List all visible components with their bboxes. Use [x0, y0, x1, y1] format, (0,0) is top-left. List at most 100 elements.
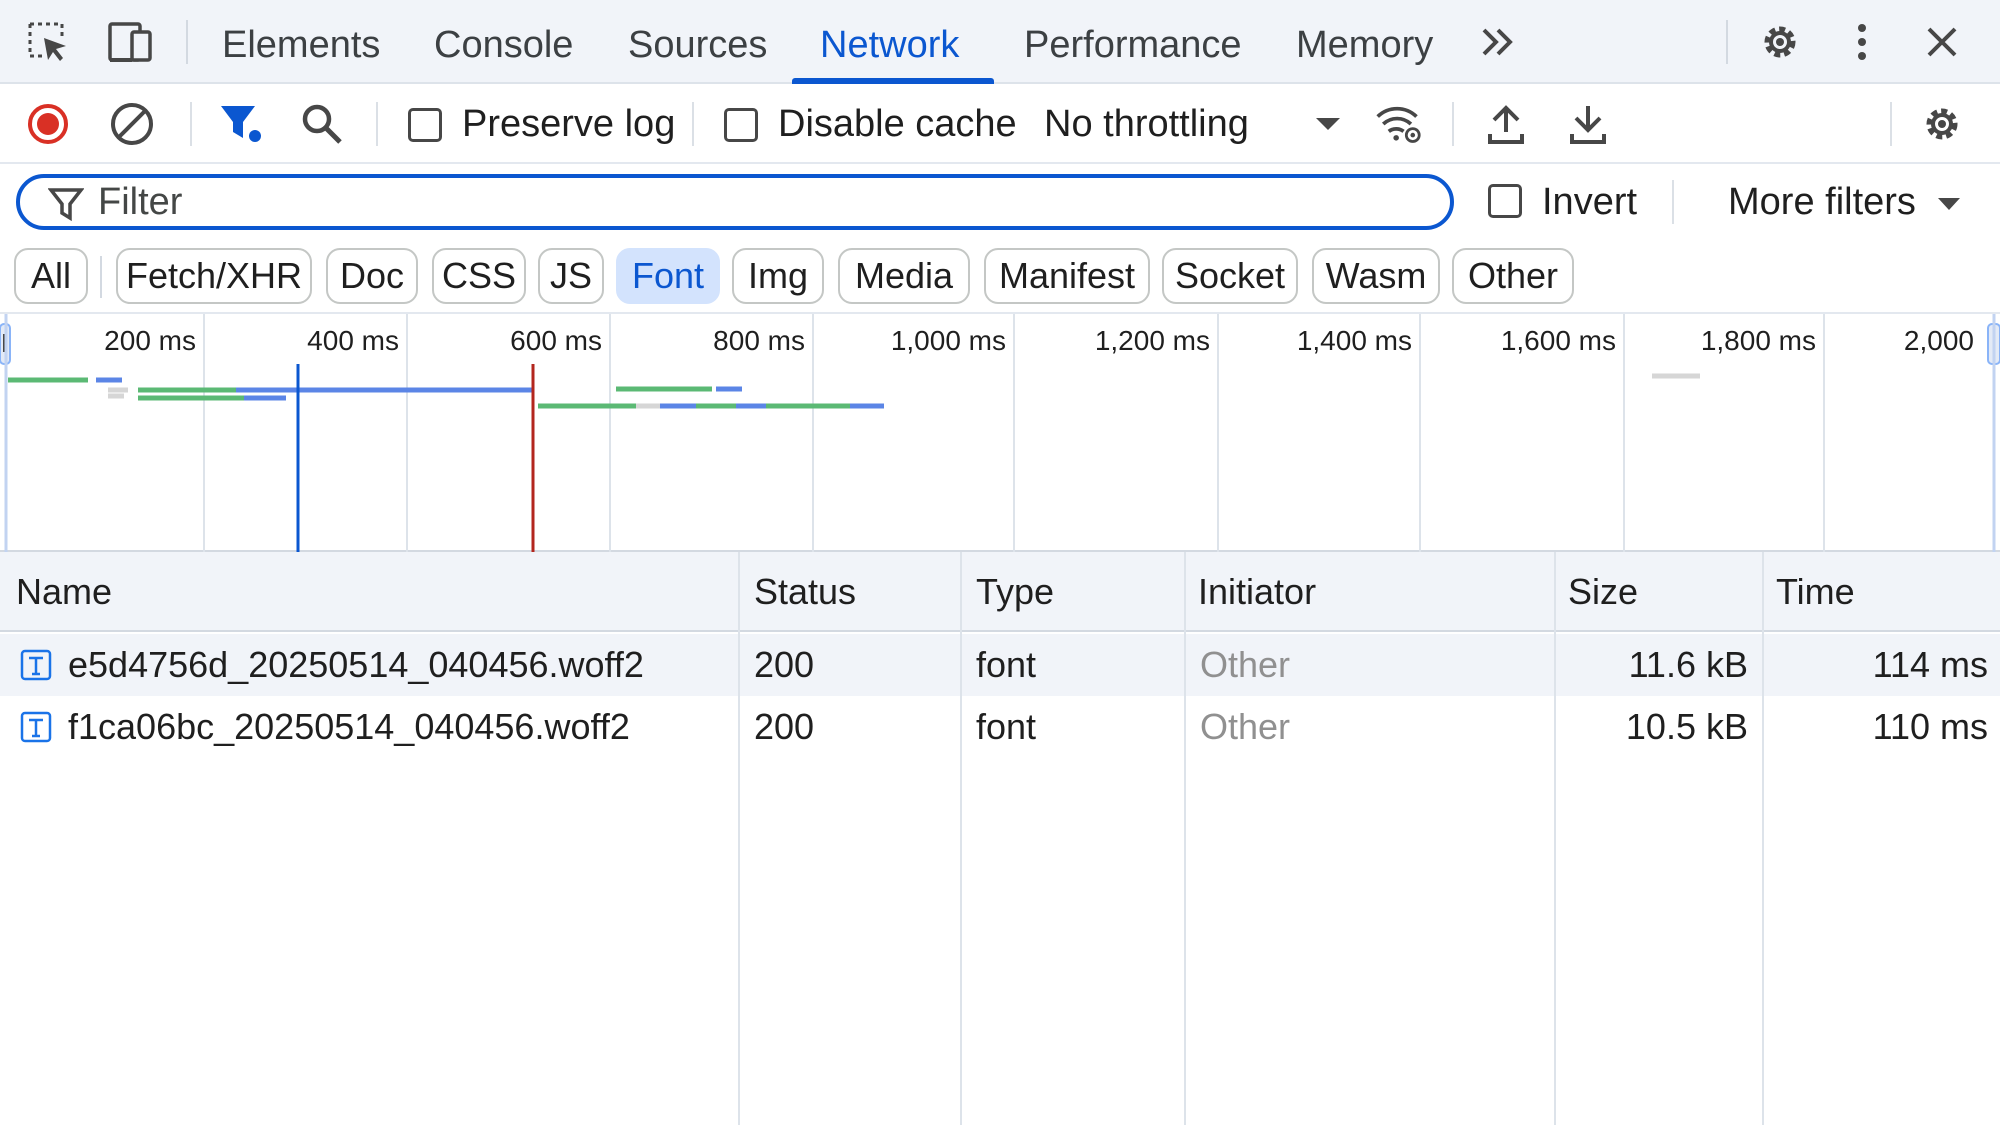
request-initiator: Other: [1200, 644, 1291, 685]
table-row[interactable]: e5d4756d_20250514_040456.woff2 200 font Oth…: [0, 634, 2000, 696]
overview-tick-label: 400 ms: [307, 325, 399, 356]
settings-gear-icon[interactable]: [1756, 18, 1804, 66]
column-divider[interactable]: [1762, 552, 1764, 1125]
filter-bar: Invert More filters: [0, 164, 2000, 242]
invert-checkbox[interactable]: [1488, 184, 1522, 218]
tab-console[interactable]: Console: [434, 0, 573, 84]
tab-elements[interactable]: Elements: [222, 0, 380, 84]
font-file-icon: [20, 649, 52, 681]
column-divider[interactable]: [738, 552, 740, 1125]
toolbar-divider: [1890, 102, 1892, 146]
overview-tick-label: 600 ms: [510, 325, 602, 356]
filter-chip-doc[interactable]: Doc: [326, 248, 418, 304]
request-type: font: [976, 644, 1037, 685]
request-size: 11.6 kB: [1628, 644, 1748, 685]
filter-funnel-icon[interactable]: [218, 100, 266, 148]
request-name[interactable]: e5d4756d_20250514_040456.woff2: [68, 634, 644, 696]
requests-table: Name Status Type Initiator Size Time e5d…: [0, 552, 2000, 1125]
more-filters-arrow-icon[interactable]: [1936, 196, 1962, 212]
column-divider[interactable]: [1184, 552, 1186, 1125]
filter-chip-wasm[interactable]: Wasm: [1312, 248, 1440, 304]
toolbar-divider: [186, 20, 188, 64]
column-header-status[interactable]: Status: [738, 552, 856, 632]
request-time: 110 ms: [1872, 706, 1988, 747]
toolbar-divider: [1726, 20, 1728, 64]
overview-tick-label: 1,800 ms: [1701, 325, 1816, 356]
request-status: 200: [754, 706, 815, 747]
devtools-network-panel: Elements Console Sources Network Performance…: [0, 0, 2000, 1125]
request-time: 114 ms: [1872, 644, 1988, 685]
filter-input-container[interactable]: [16, 174, 1454, 230]
close-devtools-icon[interactable]: [1918, 18, 1966, 66]
overview-tick-label: 800 ms: [713, 325, 805, 356]
disable-cache-checkbox[interactable]: [724, 108, 758, 142]
request-status: 200: [754, 644, 815, 685]
clear-log-icon[interactable]: [108, 100, 156, 148]
import-har-upload-icon[interactable]: [1482, 100, 1530, 148]
tab-memory[interactable]: Memory: [1296, 0, 1433, 84]
preserve-log-label[interactable]: Preserve log: [462, 100, 675, 148]
request-size: 10.5 kB: [1625, 706, 1748, 747]
stop-recording-icon[interactable]: [24, 100, 72, 148]
tab-performance[interactable]: Performance: [1024, 0, 1242, 84]
filter-chip-all[interactable]: All: [14, 248, 88, 304]
filter-chip-manifest[interactable]: Manifest: [984, 248, 1150, 304]
network-conditions-wifi-icon[interactable]: [1374, 100, 1422, 148]
network-overview-timeline[interactable]: 200 ms 400 ms 600 ms 800 ms 1,000 ms 1,200 ms…: [0, 312, 2000, 552]
export-har-download-icon[interactable]: [1564, 100, 1612, 148]
network-settings-gear-icon[interactable]: [1918, 100, 1966, 148]
overview-tick-label: 1,400 ms: [1297, 325, 1412, 356]
search-icon[interactable]: [298, 100, 346, 148]
overview-tick-label: 1,000 ms: [891, 325, 1006, 356]
filter-chip-media[interactable]: Media: [838, 248, 970, 304]
column-header-time[interactable]: Time: [1760, 552, 1855, 632]
tab-network[interactable]: Network: [820, 0, 959, 84]
inspect-element-icon[interactable]: [24, 18, 72, 66]
more-tabs-chevron-icon[interactable]: [1474, 18, 1522, 66]
devtools-tab-bar: Elements Console Sources Network Performance…: [0, 0, 2000, 84]
overview-tick-label: 200 ms: [104, 325, 196, 356]
request-initiator: Other: [1200, 706, 1291, 747]
filter-funnel-icon: [48, 188, 84, 222]
filter-input[interactable]: [98, 182, 1398, 222]
table-header: Name Status Type Initiator Size Time: [0, 552, 2000, 632]
column-header-name[interactable]: Name: [0, 552, 112, 632]
request-type: font: [976, 706, 1037, 747]
column-divider[interactable]: [1554, 552, 1556, 1125]
toolbar-divider: [692, 102, 694, 146]
chip-divider: [100, 256, 102, 298]
column-divider[interactable]: [960, 552, 962, 1125]
throttling-select[interactable]: No throttling: [1044, 100, 1249, 148]
filter-chip-socket[interactable]: Socket: [1162, 248, 1298, 304]
table-row[interactable]: f1ca06bc_20250514_040456.woff2 200 font Oth…: [0, 696, 2000, 758]
column-header-size[interactable]: Size: [1552, 552, 1638, 632]
filter-chip-font[interactable]: Font: [616, 248, 720, 304]
overview-tick-label: 1,200 ms: [1095, 325, 1210, 356]
filter-chip-js[interactable]: JS: [538, 248, 604, 304]
more-options-kebab-icon[interactable]: [1838, 18, 1886, 66]
device-toolbar-icon[interactable]: [106, 18, 154, 66]
disable-cache-label[interactable]: Disable cache: [778, 100, 1017, 148]
request-name[interactable]: f1ca06bc_20250514_040456.woff2: [68, 696, 630, 758]
more-filters-dropdown[interactable]: More filters: [1728, 178, 1916, 226]
overview-chart: 200 ms 400 ms 600 ms 800 ms 1,000 ms 1,200 ms…: [0, 314, 2000, 552]
toolbar-divider: [190, 102, 192, 146]
resource-type-filter: All Fetch/XHR Doc CSS JS Font Img Media Manifest…: [0, 242, 2000, 312]
column-header-type[interactable]: Type: [960, 552, 1054, 632]
toolbar-divider: [376, 102, 378, 146]
invert-label[interactable]: Invert: [1542, 178, 1637, 226]
tab-sources[interactable]: Sources: [628, 0, 767, 84]
filter-chip-img[interactable]: Img: [732, 248, 824, 304]
toolbar-divider: [1672, 180, 1674, 224]
font-file-icon: [20, 711, 52, 743]
filter-chip-other[interactable]: Other: [1452, 248, 1574, 304]
toolbar-divider: [1452, 102, 1454, 146]
column-header-initiator[interactable]: Initiator: [1182, 552, 1316, 632]
preserve-log-checkbox[interactable]: [408, 108, 442, 142]
filter-chip-css[interactable]: CSS: [432, 248, 526, 304]
filter-chip-fetch-xhr[interactable]: Fetch/XHR: [116, 248, 312, 304]
overview-tick-label: 1,600 ms: [1501, 325, 1616, 356]
throttling-dropdown-arrow-icon[interactable]: [1304, 100, 1352, 148]
overview-tick-label: 2,000: [1904, 325, 1974, 356]
network-toolbar: Preserve log Disable cache No throttling: [0, 84, 2000, 164]
